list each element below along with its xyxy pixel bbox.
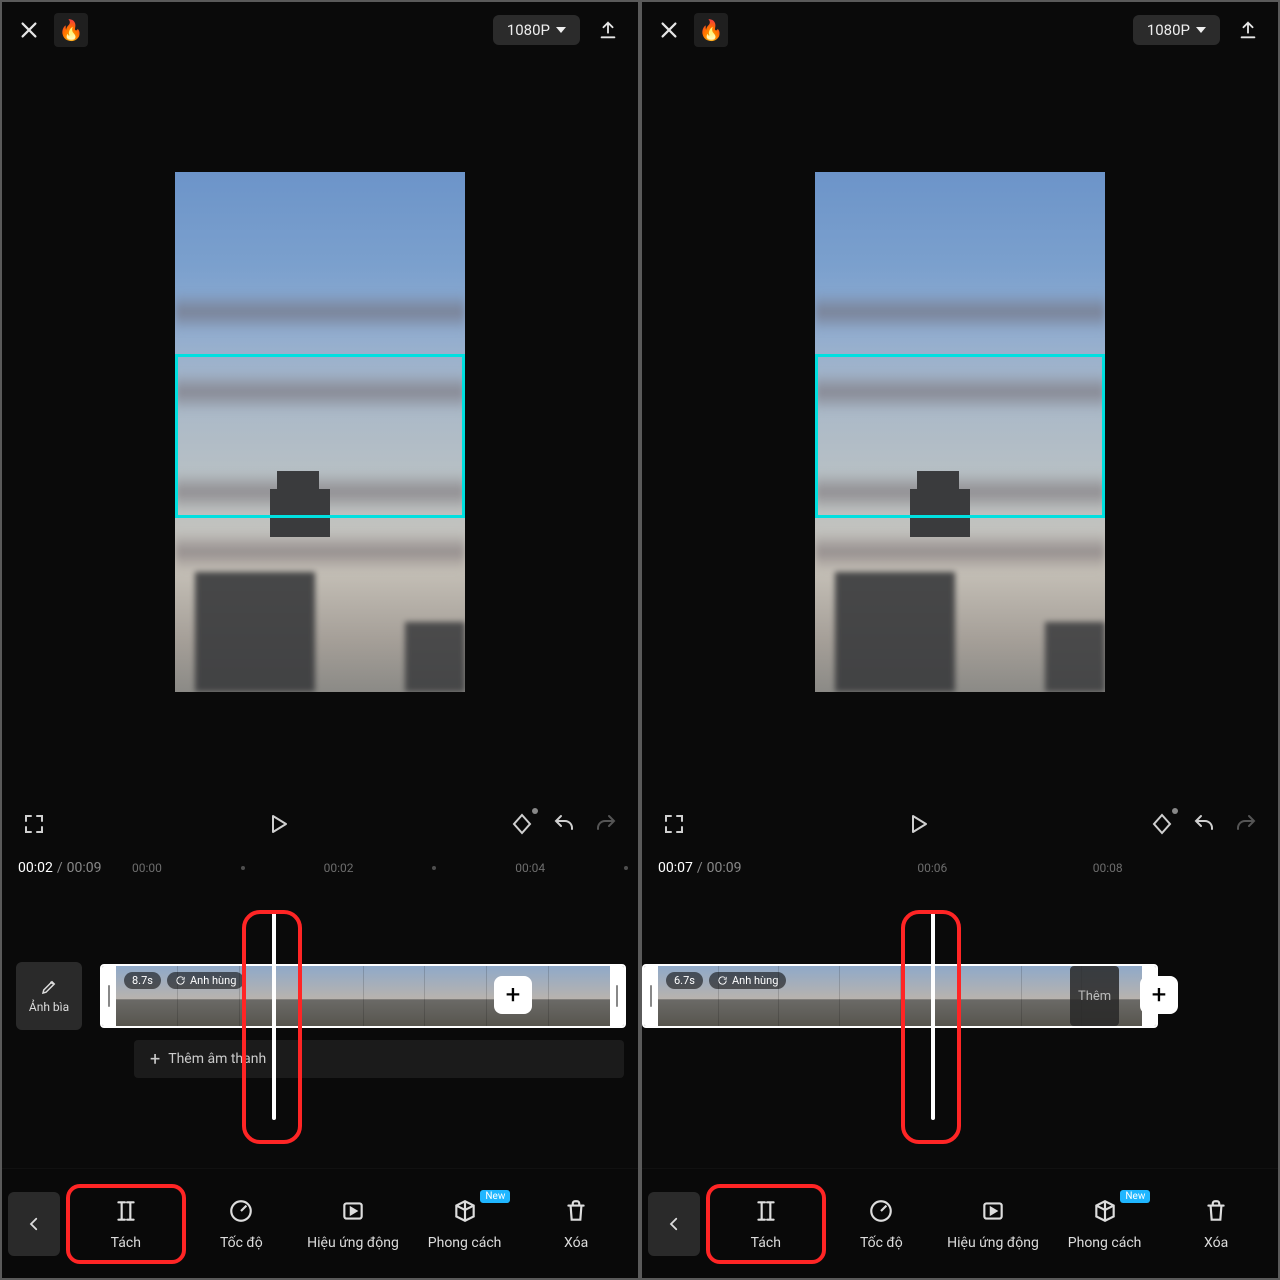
tool-speed[interactable]: Tốc độ [186, 1184, 298, 1264]
clip-tag-badge: Anh hùng [709, 972, 786, 989]
clip-handle-left[interactable] [102, 966, 116, 1026]
time-current: 00:07 [658, 860, 693, 876]
play-button[interactable] [264, 810, 292, 838]
resolution-selector[interactable]: 1080P [493, 15, 580, 45]
add-audio-label: Thêm âm thanh [168, 1051, 266, 1067]
tool-style[interactable]: NewPhong cách [409, 1184, 521, 1264]
new-badge: New [480, 1190, 510, 1203]
trash-icon [1202, 1197, 1230, 1225]
flame-icon[interactable]: 🔥 [54, 13, 88, 47]
close-icon[interactable] [16, 17, 42, 43]
animation-icon [339, 1197, 367, 1225]
add-cover-chip[interactable]: Thêm [1070, 966, 1119, 1026]
fullscreen-button[interactable] [20, 810, 48, 838]
back-button[interactable] [8, 1192, 60, 1256]
speed-icon [867, 1197, 895, 1225]
fullscreen-button[interactable] [660, 810, 688, 838]
redo-button[interactable] [1232, 810, 1260, 838]
resolution-label: 1080P [507, 21, 550, 39]
flame-icon[interactable]: 🔥 [694, 13, 728, 47]
time-total: 00:09 [67, 860, 102, 876]
tool-speed[interactable]: Tốc độ [826, 1184, 938, 1264]
chevron-down-icon [556, 27, 566, 33]
clip-tag-badge: Anh hùng [167, 972, 244, 989]
trash-icon [562, 1197, 590, 1225]
undo-button[interactable] [1190, 810, 1218, 838]
tool-animation[interactable]: Hiệu ứng động [937, 1184, 1049, 1264]
redo-button[interactable] [592, 810, 620, 838]
time-current: 00:02 [18, 860, 53, 876]
add-clip-button[interactable]: + [494, 976, 532, 1014]
cube-icon [1091, 1197, 1119, 1225]
split-icon [112, 1197, 140, 1225]
tool-split[interactable]: Tách [66, 1184, 186, 1264]
split-icon [752, 1197, 780, 1225]
undo-button[interactable] [550, 810, 578, 838]
export-button[interactable] [1232, 14, 1264, 46]
keyframe-button[interactable] [1148, 810, 1176, 838]
tool-split[interactable]: Tách [706, 1184, 826, 1264]
cube-icon [451, 1197, 479, 1225]
play-button[interactable] [904, 810, 932, 838]
tool-delete[interactable]: Xóa [520, 1184, 632, 1264]
video-preview[interactable] [815, 172, 1105, 692]
add-audio-row[interactable]: +Thêm âm thanh [134, 1040, 624, 1078]
duration-badge: 6.7s [666, 972, 703, 989]
export-button[interactable] [592, 14, 624, 46]
speed-icon [227, 1197, 255, 1225]
clip-strip[interactable]: 8.7s Anh hùng [100, 964, 626, 1028]
resolution-selector[interactable]: 1080P [1133, 15, 1220, 45]
tool-delete[interactable]: Xóa [1160, 1184, 1272, 1264]
duration-badge: 8.7s [124, 972, 161, 989]
new-badge: New [1120, 1190, 1150, 1203]
add-clip-button[interactable]: + [1140, 976, 1178, 1014]
keyframe-button[interactable] [508, 810, 536, 838]
time-total: 00:09 [707, 860, 742, 876]
cover-chip[interactable]: Ảnh bìa [16, 962, 82, 1030]
close-icon[interactable] [656, 17, 682, 43]
video-preview[interactable] [175, 172, 465, 692]
cover-label: Ảnh bìa [29, 1000, 69, 1014]
back-button[interactable] [648, 1192, 700, 1256]
tool-animation[interactable]: Hiệu ứng động [297, 1184, 409, 1264]
clip-handle-right[interactable] [610, 966, 624, 1026]
resolution-label: 1080P [1147, 21, 1190, 39]
chevron-down-icon [1196, 27, 1206, 33]
animation-icon [979, 1197, 1007, 1225]
clip-handle-left[interactable] [644, 966, 658, 1026]
tool-style[interactable]: NewPhong cách [1049, 1184, 1161, 1264]
